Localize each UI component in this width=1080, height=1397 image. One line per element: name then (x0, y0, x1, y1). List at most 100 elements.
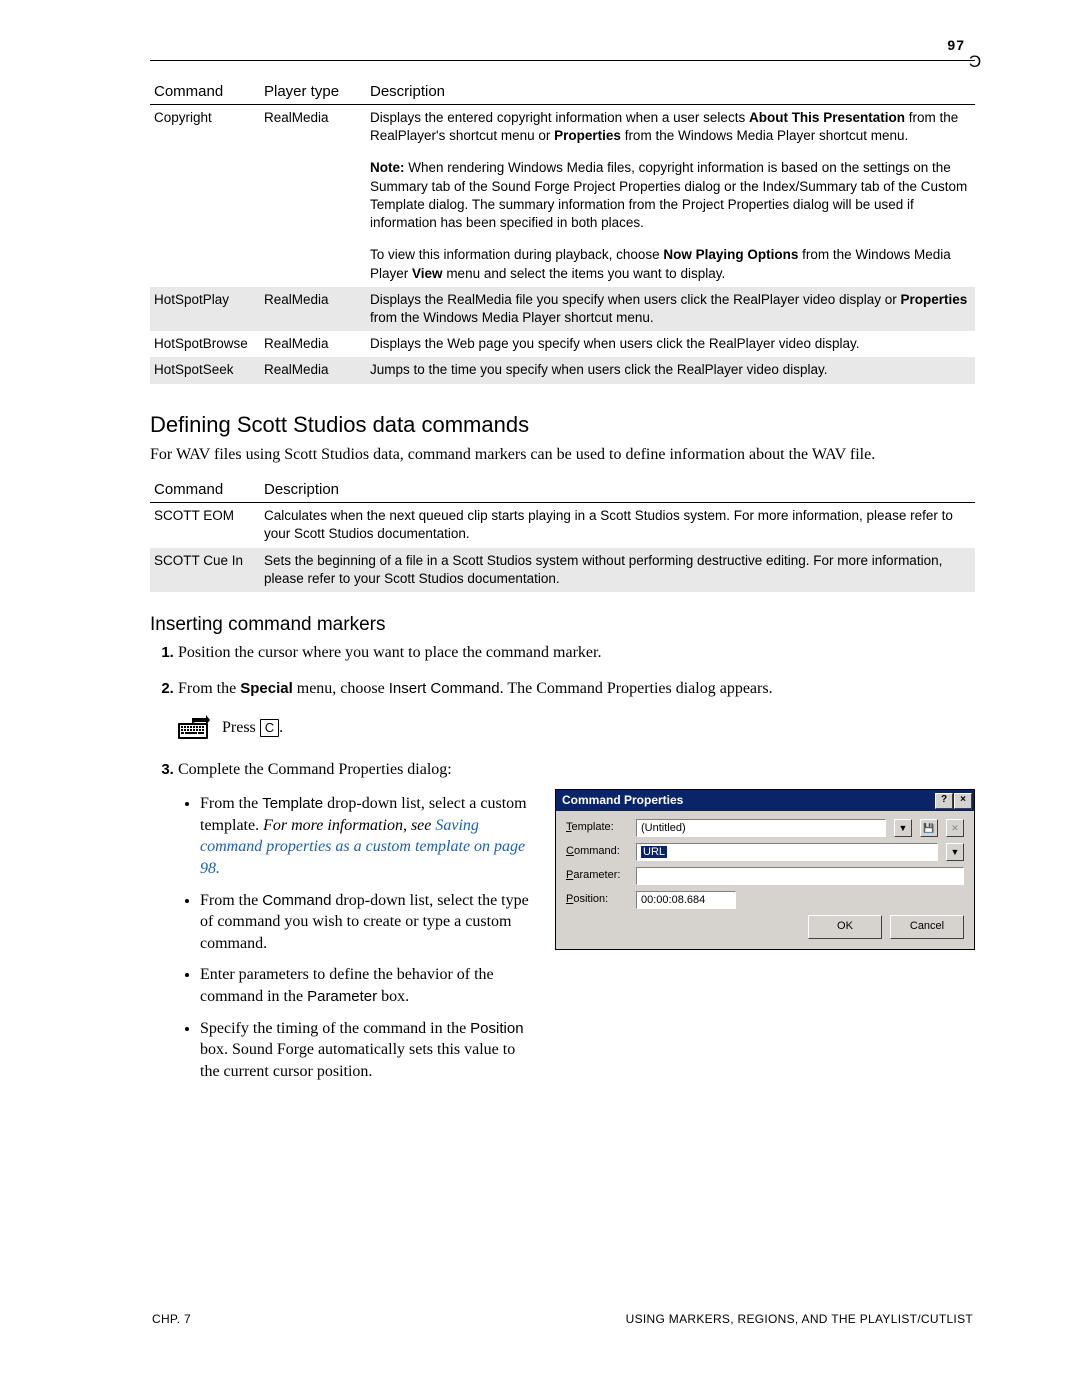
text: menu, choose (293, 680, 389, 697)
command-field[interactable]: URL (636, 843, 938, 861)
text: Displays the RealMedia file you specify … (370, 292, 901, 307)
selected-text: URL (641, 846, 667, 858)
page-number: 97 (947, 37, 965, 53)
table-row: Note: When rendering Windows Media files… (150, 149, 975, 236)
cell-desc: Displays the Web page you specify when u… (366, 331, 975, 357)
table-row: SCOTT Cue In Sets the beginning of a fil… (150, 548, 975, 592)
dialog-title: Command Properties (562, 792, 683, 809)
bullet-position: Specify the timing of the command in the… (200, 1018, 533, 1083)
steps-list: Position the cursor where you want to pl… (150, 642, 975, 701)
text: Parameter (307, 988, 377, 1005)
help-button[interactable]: ? (935, 793, 953, 809)
text: For more information, see (263, 817, 435, 834)
text: Press (222, 719, 260, 736)
text: from the Windows Media Player shortcut m… (370, 310, 654, 325)
col-command: Command (150, 79, 260, 105)
table-row: HotSpotPlay RealMedia Displays the RealM… (150, 287, 975, 331)
cell-player: RealMedia (260, 287, 366, 331)
dropdown-icon[interactable]: ▼ (894, 819, 912, 837)
step-1: Position the cursor where you want to pl… (178, 642, 975, 664)
cell-desc: Calculates when the next queued clip sta… (260, 503, 975, 548)
text: Specify the timing of the command in the (200, 1020, 470, 1037)
text: From the (178, 680, 240, 697)
text: box. Sound Forge automatically sets this… (200, 1041, 515, 1080)
text: To view this information during playback… (370, 247, 663, 262)
text: About This Presentation (749, 110, 905, 125)
bullet-parameter: Enter parameters to define the behavior … (200, 964, 533, 1007)
section-title-insert: Inserting command markers (150, 614, 975, 636)
template-label: Template: (566, 820, 628, 835)
ok-button[interactable]: OK (808, 915, 882, 939)
bullet-command: From the Command drop-down list, select … (200, 890, 533, 955)
text: Command (262, 892, 331, 909)
col-player: Player type (260, 79, 366, 105)
cancel-button[interactable]: Cancel (890, 915, 964, 939)
dialog-titlebar[interactable]: Command Properties ? × (556, 790, 974, 811)
text: Properties (554, 128, 621, 143)
section-body: For WAV files using Scott Studios data, … (150, 444, 975, 466)
text: When rendering Windows Media files, copy… (370, 160, 967, 230)
cell-command: SCOTT EOM (150, 503, 260, 548)
text: Special (240, 680, 293, 697)
cell-desc: Displays the entered copyright informati… (366, 105, 975, 150)
cell-player: RealMedia (260, 105, 366, 150)
text: Note: (370, 160, 405, 175)
text: from the Windows Media Player shortcut m… (621, 128, 908, 143)
command-properties-dialog: Command Properties ? × Template: (Untitl… (555, 789, 975, 950)
cell-player: RealMedia (260, 331, 366, 357)
text: Displays the entered copyright informati… (370, 110, 749, 125)
text: box. (377, 988, 409, 1005)
text: Template (262, 795, 323, 812)
cell-command: Copyright (150, 105, 260, 150)
page-footer: CHP. 7 USING MARKERS, REGIONS, AND THE P… (150, 1312, 975, 1326)
cell-command: HotSpotPlay (150, 287, 260, 331)
footer-title: USING MARKERS, REGIONS, AND THE PLAYLIST… (626, 1312, 973, 1326)
cell-desc: To view this information during playback… (366, 236, 975, 286)
steps-list-continued: Complete the Command Properties dialog: … (150, 759, 975, 1093)
keycap-c: C (260, 719, 279, 737)
text: menu and select the items you want to di… (443, 266, 726, 281)
step-2: From the Special menu, choose Insert Com… (178, 678, 975, 700)
cell-command: SCOTT Cue In (150, 548, 260, 592)
position-label: Position: (566, 892, 628, 907)
bullet-template: From the Template drop-down list, select… (200, 793, 533, 879)
template-field[interactable]: (Untitled) (636, 819, 886, 837)
step-3: Complete the Command Properties dialog: … (178, 759, 975, 1093)
header-rule: 97 C (150, 60, 975, 61)
keyboard-tip: Press C. (178, 715, 975, 741)
col-description: Description (260, 477, 975, 503)
delete-icon[interactable]: ✕ (946, 819, 964, 837)
section-title-scott: Defining Scott Studios data commands (150, 412, 975, 438)
text: Position (470, 1020, 523, 1037)
cell-command: HotSpotSeek (150, 357, 260, 383)
text: Insert Command (389, 680, 500, 697)
text: Properties (901, 292, 968, 307)
crop-mark: C (969, 52, 981, 72)
text: From the (200, 892, 262, 909)
col-command: Command (150, 477, 260, 503)
text: View (412, 266, 443, 281)
col-description: Description (366, 79, 975, 105)
text: From the (200, 795, 262, 812)
parameter-field[interactable] (636, 867, 964, 885)
position-field[interactable]: 00:00:08.684 (636, 891, 736, 909)
table-row: SCOTT EOM Calculates when the next queue… (150, 503, 975, 548)
text: . The Command Properties dialog appears. (500, 680, 773, 697)
cell-desc: Sets the beginning of a file in a Scott … (260, 548, 975, 592)
cell-player: RealMedia (260, 357, 366, 383)
dropdown-icon[interactable]: ▼ (946, 843, 964, 861)
parameter-label: Parameter: (566, 868, 628, 883)
footer-chapter: CHP. 7 (152, 1312, 191, 1326)
cell-desc: Jumps to the time you specify when users… (366, 357, 975, 383)
close-button[interactable]: × (954, 793, 972, 809)
realmedia-commands-table: Command Player type Description Copyrigh… (150, 79, 975, 384)
text: Complete the Command Properties dialog: (178, 761, 452, 778)
table-row: Copyright RealMedia Displays the entered… (150, 105, 975, 150)
cell-desc: Note: When rendering Windows Media files… (366, 149, 975, 236)
save-icon[interactable]: 💾 (920, 819, 938, 837)
cell-desc: Displays the RealMedia file you specify … (366, 287, 975, 331)
scott-commands-table: Command Description SCOTT EOM Calculates… (150, 477, 975, 592)
bullets: From the Template drop-down list, select… (178, 793, 533, 1082)
text: . (279, 719, 283, 736)
table-row: HotSpotBrowse RealMedia Displays the Web… (150, 331, 975, 357)
